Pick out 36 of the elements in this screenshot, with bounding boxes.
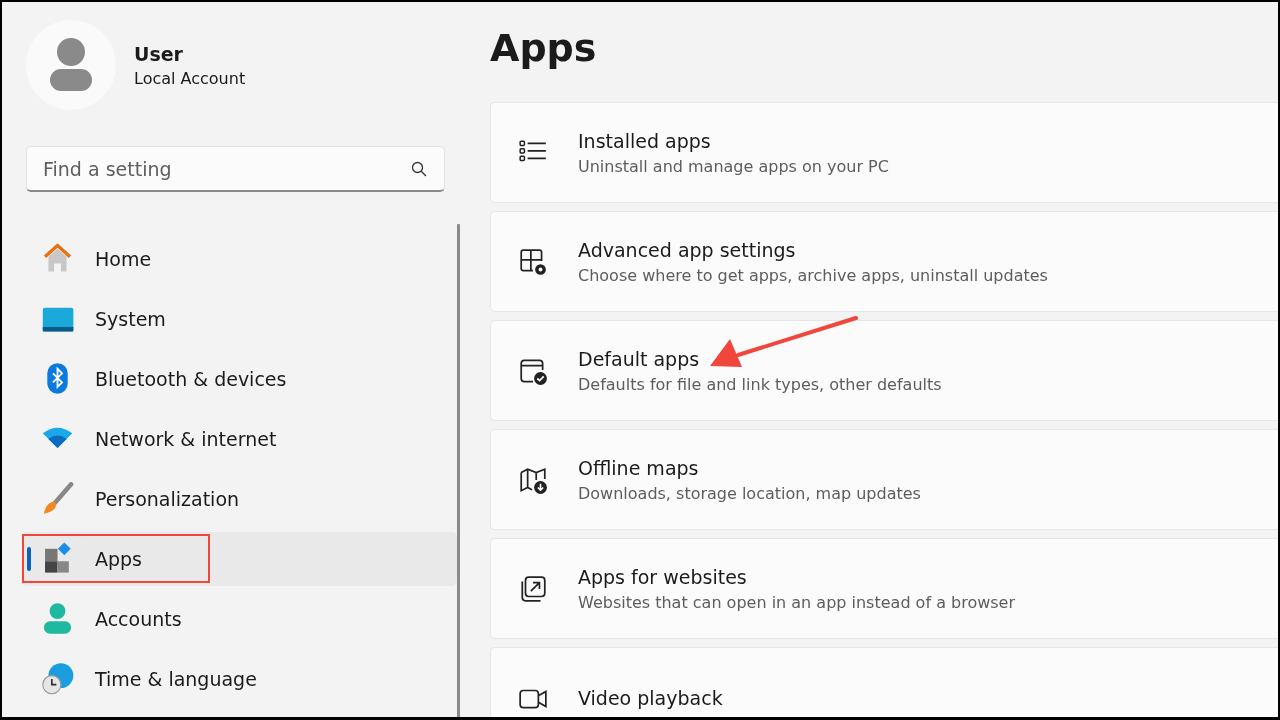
search-icon (411, 161, 427, 177)
card-title: Advanced app settings (578, 238, 797, 261)
scrollbar[interactable] (457, 224, 460, 717)
card-description: Uninstall and manage apps on your PC (578, 156, 889, 176)
nav-item[interactable]: System (22, 292, 457, 346)
page-title: Apps (490, 25, 598, 72)
globe-clock-icon (41, 662, 74, 696)
nav-item[interactable]: Home (22, 232, 457, 286)
settings-card[interactable]: Offline maps Downloads, storage location, map updates (490, 429, 1278, 530)
card-description: Defaults for file and link types, other defaults (578, 374, 942, 394)
paintbrush-icon (41, 482, 74, 516)
nav-item[interactable]: Network & internet (22, 412, 457, 466)
nav-item[interactable]: Time & language (22, 652, 457, 706)
card-title: Offline maps (578, 456, 700, 479)
settings-card[interactable]: Apps for websites Websites that can open in an app instead of a browser (490, 538, 1278, 639)
search-field[interactable]: Find a setting (26, 146, 445, 192)
card-description: Websites that can open in an app instead of a browser (578, 592, 1016, 612)
card-title: Video playback (578, 686, 723, 709)
card-description: Choose where to get apps, archive apps, uninstall updates (578, 265, 1048, 285)
card-description: Downloads, storage location, map updates (578, 483, 921, 503)
open-in-window-icon (518, 573, 548, 604)
person-icon (41, 602, 74, 636)
card-title: Default apps (578, 347, 701, 370)
settings-card[interactable]: Video playback (490, 647, 1278, 717)
card-title: Installed apps (578, 129, 712, 152)
account-type: Local Account (134, 68, 246, 88)
nav-item[interactable]: Bluetooth & devices (22, 352, 457, 406)
settings-card[interactable]: Advanced app settings Choose where to get apps, archive apps, uninstall updates (490, 211, 1278, 312)
nav-item[interactable]: Personalization (22, 472, 457, 526)
grid-gear-icon (518, 246, 548, 277)
card-title: Apps for websites (578, 565, 748, 588)
nav-item[interactable]: Apps (22, 532, 457, 586)
account-name: User (134, 42, 184, 65)
settings-card[interactable]: Default apps Defaults for file and link types, other defaults (490, 320, 1278, 421)
settings-card[interactable]: Installed apps Uninstall and manage apps on your PC (490, 102, 1278, 203)
nav-item[interactable]: Accounts (22, 592, 457, 646)
